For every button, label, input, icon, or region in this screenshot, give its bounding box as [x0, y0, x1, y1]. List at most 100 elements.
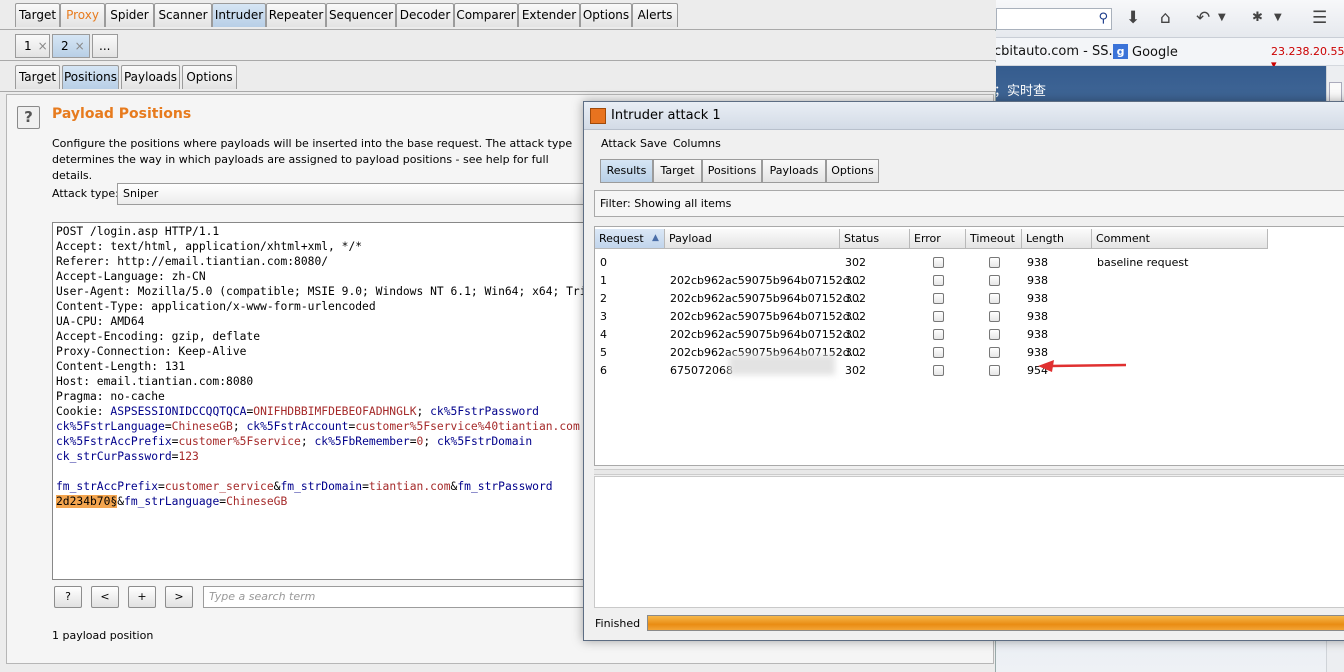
table-row[interactable]: 6 675072068 302 954 — [595, 362, 1268, 380]
search-icon[interactable]: ⚲ — [1098, 11, 1108, 26]
request-line: POST /login.asp HTTP/1.1 — [56, 225, 220, 238]
sort-ascending-icon: ▲ — [652, 233, 659, 243]
chevron-down-icon[interactable]: ▼ — [1274, 8, 1282, 28]
browser-search-box[interactable]: ⚲ — [996, 8, 1112, 30]
request-response-pane — [594, 476, 1344, 608]
request-line: UA-CPU: AMD64 — [56, 315, 145, 328]
error-checkbox[interactable] — [933, 347, 944, 358]
home-icon[interactable]: ⌂ — [1160, 8, 1171, 28]
attack-tab-1[interactable]: 1 × — [15, 34, 50, 58]
bookmark-bitauto[interactable]: cbitauto.com - SS... — [994, 44, 1121, 59]
request-editor[interactable]: POST /login.asp HTTP/1.1 Accept: text/htm… — [52, 222, 588, 580]
timeout-checkbox[interactable] — [989, 329, 1000, 340]
subtab-positions[interactable]: Positions — [62, 65, 119, 89]
subtab-payloads[interactable]: Payloads — [121, 65, 180, 89]
cookie-line-2: ck%5FstrLanguage=ChineseGB; ck%5FstrAcco… — [56, 420, 580, 433]
undo-icon[interactable]: ↶ — [1196, 8, 1210, 28]
tab-options[interactable]: Options — [580, 3, 632, 27]
cookie-line-3: ck%5FstrAccPrefix=customer%5Fservice; ck… — [56, 435, 533, 448]
tab-repeater[interactable]: Repeater — [266, 3, 326, 27]
tab-scanner[interactable]: Scanner — [154, 3, 212, 27]
timeout-checkbox[interactable] — [989, 365, 1000, 376]
intruder-sub-tab-bar: Target Positions Payloads Options — [0, 62, 996, 92]
menu-icon[interactable]: ☰ — [1312, 8, 1327, 28]
search-help-button[interactable]: ? — [54, 586, 82, 608]
tab-decoder[interactable]: Decoder — [396, 3, 454, 27]
tab-spider[interactable]: Spider — [105, 3, 154, 27]
timeout-checkbox[interactable] — [989, 275, 1000, 286]
column-header-length[interactable]: Length — [1022, 229, 1092, 249]
attack-type-select[interactable]: Sniper — [117, 183, 587, 205]
subtab-target[interactable]: Target — [15, 65, 60, 89]
cell-request: 4 — [600, 328, 607, 341]
new-attack-tab[interactable]: ... — [92, 34, 118, 58]
request-headers: POST /login.asp HTTP/1.1 Accept: text/htm… — [56, 224, 587, 404]
table-row[interactable]: 0 302 938 baseline request — [595, 254, 1268, 272]
tab-payloads[interactable]: Payloads — [762, 159, 826, 183]
close-icon[interactable]: × — [38, 39, 48, 53]
timeout-checkbox[interactable] — [989, 293, 1000, 304]
table-row[interactable]: 4 202cb962ac59075b964b07152d... 302 938 — [595, 326, 1268, 344]
cell-payload: 202cb962ac59075b964b07152d... — [670, 274, 861, 287]
table-row[interactable]: 2 202cb962ac59075b964b07152d... 302 938 — [595, 290, 1268, 308]
tab-extender[interactable]: Extender — [518, 3, 580, 27]
search-next-button[interactable]: > — [165, 586, 193, 608]
tab-options[interactable]: Options — [826, 159, 879, 183]
payload-position-count: 1 payload position — [52, 629, 154, 642]
error-checkbox[interactable] — [933, 329, 944, 340]
error-checkbox[interactable] — [933, 311, 944, 322]
tab-intruder[interactable]: Intruder — [212, 3, 266, 27]
table-row[interactable]: 3 202cb962ac59075b964b07152d... 302 938 — [595, 308, 1268, 326]
timeout-checkbox[interactable] — [989, 311, 1000, 322]
column-header-status[interactable]: Status — [840, 229, 910, 249]
error-checkbox[interactable] — [933, 275, 944, 286]
close-icon[interactable]: × — [75, 39, 85, 53]
table-row[interactable]: 5 202cb962ac59075b964b07152d... 302 938 — [595, 344, 1268, 362]
tab-comparer[interactable]: Comparer — [454, 3, 518, 27]
request-line: Accept-Encoding: gzip, deflate — [56, 330, 261, 343]
table-row[interactable]: 1 202cb962ac59075b964b07152d... 302 938 — [595, 272, 1268, 290]
chevron-down-icon[interactable]: ▼ — [1218, 8, 1226, 28]
window-title-bar[interactable]: Intruder attack 1 — [584, 102, 1344, 130]
timeout-checkbox[interactable] — [989, 257, 1000, 268]
menu-save[interactable]: Save — [640, 137, 667, 150]
timeout-checkbox[interactable] — [989, 347, 1000, 358]
search-add-button[interactable]: + — [128, 586, 156, 608]
request-line: Proxy-Connection: Keep-Alive — [56, 345, 247, 358]
menu-attack[interactable]: Attack — [601, 137, 636, 150]
column-header-timeout[interactable]: Timeout — [966, 229, 1022, 249]
cell-request: 6 — [600, 364, 607, 377]
column-header-payload[interactable]: Payload — [665, 229, 840, 249]
menu-columns[interactable]: Columns — [673, 137, 721, 150]
search-prev-button[interactable]: < — [91, 586, 119, 608]
attack-tab-2[interactable]: 2 × — [52, 34, 90, 58]
results-filter[interactable]: Filter: Showing all items — [594, 190, 1344, 217]
tab-proxy[interactable]: Proxy — [60, 3, 105, 27]
request-line: Accept-Language: zh-CN — [56, 270, 206, 283]
tab-sequencer[interactable]: Sequencer — [326, 3, 396, 27]
column-header-error[interactable]: Error — [910, 229, 966, 249]
help-button[interactable]: ? — [17, 106, 40, 129]
error-checkbox[interactable] — [933, 293, 944, 304]
column-header-request[interactable]: Request ▲ — [595, 229, 665, 249]
error-checkbox[interactable] — [933, 257, 944, 268]
tab-target[interactable]: Target — [15, 3, 60, 27]
payload-marker: 2d234b70§ — [56, 495, 118, 508]
results-table: Request ▲ Payload Status Error Timeout Le… — [594, 226, 1344, 466]
cell-length: 938 — [1027, 310, 1048, 323]
error-checkbox[interactable] — [933, 365, 944, 376]
extension-icon[interactable]: ✱ — [1252, 8, 1263, 28]
tab-target[interactable]: Target — [653, 159, 702, 183]
column-header-comment[interactable]: Comment — [1092, 229, 1268, 249]
tab-results[interactable]: Results — [600, 159, 653, 183]
split-divider[interactable] — [594, 469, 1344, 475]
attack-type-label: Attack type: — [52, 187, 119, 200]
cell-status: 302 — [845, 274, 866, 287]
search-input[interactable]: Type a search term — [203, 586, 588, 608]
tab-positions[interactable]: Positions — [702, 159, 762, 183]
cell-length: 938 — [1027, 256, 1048, 269]
bookmark-google[interactable]: Google — [1132, 45, 1178, 60]
subtab-options[interactable]: Options — [182, 65, 237, 89]
download-icon[interactable]: ⬇ — [1126, 8, 1140, 28]
tab-alerts[interactable]: Alerts — [632, 3, 678, 27]
